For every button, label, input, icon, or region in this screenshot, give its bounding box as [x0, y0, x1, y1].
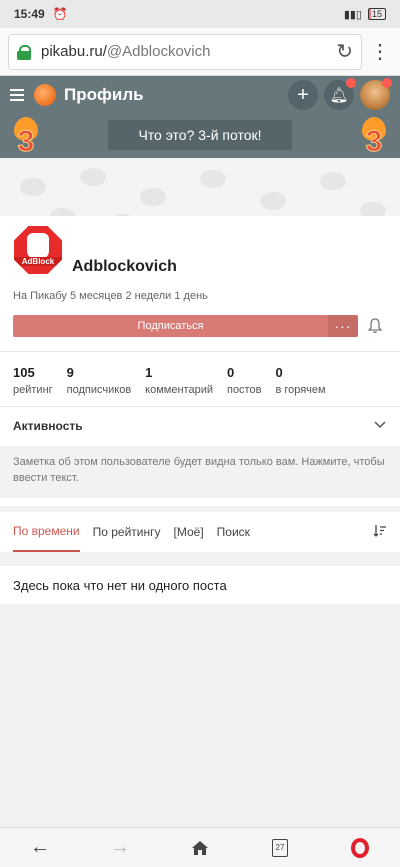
profile-stats: 105 рейтинг 9 подписчиков 1 комментарий 0 по… — [13, 365, 340, 396]
opera-menu-icon[interactable] — [340, 828, 380, 867]
more-options-button[interactable]: ··· — [328, 315, 358, 337]
avatar-notification-dot — [382, 78, 392, 88]
notifications-button[interactable]: 🔔︎ — [324, 78, 356, 110]
bell-icon[interactable] — [368, 318, 382, 334]
flame-three-icon-right: 3 — [358, 117, 390, 157]
alarm-icon: ⏰ — [52, 7, 68, 21]
address-bar[interactable]: pikabu.ru/ @Adblockovich ↻ — [8, 33, 362, 70]
profile-avatar: AdBlock — [14, 226, 62, 274]
post-tabs: По времени По рейтингу [Моё] Поиск — [0, 512, 400, 552]
tab-mine[interactable]: [Моё] — [174, 512, 204, 552]
app-header: Профиль + 🔔︎ 3 Что это? 3-й поток! 3 — [0, 76, 400, 158]
divider — [0, 406, 400, 407]
pikabu-logo[interactable] — [34, 84, 56, 106]
profile-since: На Пикабу 5 месяцев 2 недели 1 день — [13, 290, 208, 302]
tab-search[interactable]: Поиск — [217, 512, 250, 552]
back-arrow-icon[interactable]: ← — [20, 828, 60, 867]
status-time: 15:49 — [14, 7, 45, 21]
stat-hot[interactable]: 0в горячем — [275, 365, 325, 396]
notification-dot — [346, 78, 356, 88]
user-note[interactable]: Заметка об этом пользователе будет видна… — [0, 446, 400, 498]
divider — [0, 351, 400, 352]
add-post-button[interactable]: + — [288, 80, 318, 110]
browser-menu-icon[interactable]: ⋮ — [368, 39, 392, 64]
bell-icon: 🔔︎ — [329, 87, 349, 104]
empty-state-message: Здесь пока что нет ни одного поста — [0, 566, 400, 604]
refresh-icon[interactable]: ↻ — [336, 39, 353, 64]
sort-icon[interactable] — [373, 524, 387, 541]
subscribe-button[interactable]: Подписаться — [13, 315, 328, 337]
battery-icon: 15 — [367, 8, 386, 20]
flame-three-icon-left: 3 — [10, 117, 42, 157]
browser-toolbar: pikabu.ru/ @Adblockovich ↻ ⋮ — [0, 28, 400, 76]
lock-icon — [17, 44, 31, 60]
tabs-icon[interactable]: 27 — [260, 828, 300, 867]
tab-by-time[interactable]: По времени — [13, 512, 80, 552]
stat-comments[interactable]: 1 комментарий — [145, 365, 213, 396]
user-avatar[interactable] — [360, 78, 392, 110]
stat-posts[interactable]: 0 постов — [227, 365, 261, 396]
page-title: Профиль — [64, 85, 144, 104]
url-domain: pikabu.ru/ — [41, 43, 107, 60]
stat-rating: 105 рейтинг — [13, 365, 53, 396]
stream-banner-button[interactable]: Что это? 3-й поток! — [108, 120, 292, 150]
profile-username: Adblockovich — [72, 258, 177, 275]
hand-icon — [27, 233, 49, 259]
browser-bottom-bar: ← → 27 — [0, 827, 400, 867]
status-bar: 15:49 ⏰ ▮▮▯ 15 — [0, 0, 400, 28]
activity-toggle[interactable]: Активность — [13, 419, 83, 433]
home-icon[interactable] — [180, 828, 220, 867]
stat-subscribers[interactable]: 9 подписчиков — [67, 365, 132, 396]
forward-arrow-icon[interactable]: → — [100, 828, 140, 867]
url-path: @Adblockovich — [106, 43, 211, 60]
chevron-down-icon[interactable] — [374, 418, 386, 432]
plus-icon: + — [297, 83, 309, 106]
hamburger-menu-icon[interactable] — [10, 89, 24, 101]
status-icons: ▮▮▯ 15 — [344, 8, 386, 21]
tab-by-rating[interactable]: По рейтингу — [93, 512, 161, 552]
wifi-icon: ▮▮▯ — [343, 8, 362, 21]
